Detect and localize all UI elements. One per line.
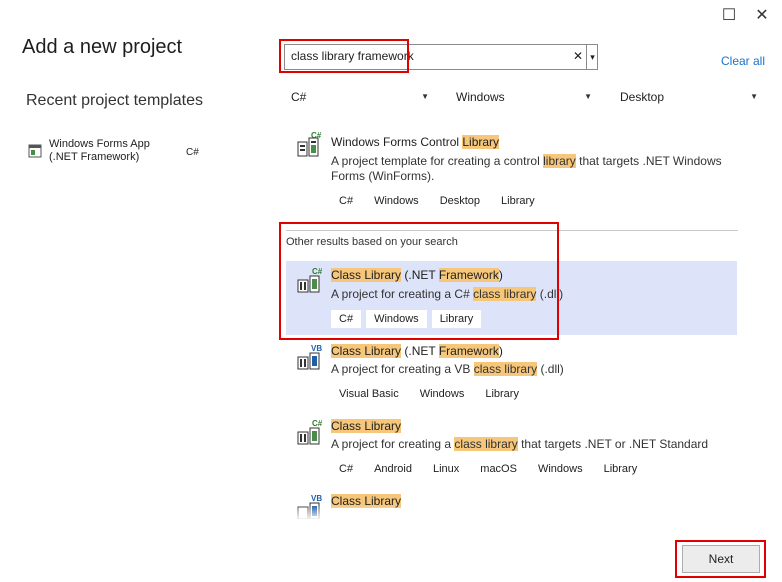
tag: Android <box>366 460 420 478</box>
tag: macOS <box>472 460 525 478</box>
tag: Library <box>493 192 543 210</box>
chevron-down-icon: ▼ <box>750 92 758 101</box>
close-icon: ✕ <box>755 7 769 24</box>
tag: Windows <box>411 385 473 403</box>
template-winforms-control-library[interactable]: C# Windows Forms Control Library A proje… <box>286 130 736 214</box>
template-title: Windows Forms Control Library <box>331 135 500 149</box>
platform-filter[interactable]: Windows ▼ <box>456 87 592 107</box>
close-window-button[interactable]: ✕ <box>752 6 772 26</box>
chevron-down-icon: ▼ <box>421 92 429 101</box>
next-button-highlight-outline <box>675 540 766 578</box>
template-description: A project for creating a VB class librar… <box>331 362 564 376</box>
maximize-button[interactable]: ☐ <box>719 6 739 26</box>
language-badge: VB <box>311 494 323 503</box>
project-type-filter-value: Desktop <box>620 90 665 104</box>
list-fade <box>286 505 737 521</box>
language-filter-value: C# <box>291 90 307 104</box>
template-class-library-netfx-vb[interactable]: VB Class Library (.NET Framework) A proj… <box>286 339 737 409</box>
clear-all-link[interactable]: Clear all <box>721 54 765 68</box>
template-tags: C# Windows Desktop Library <box>331 192 548 210</box>
page-title: Add a new project <box>22 36 183 58</box>
recent-template-name: Windows Forms App (.NET Framework) <box>49 138 150 163</box>
tag: Library <box>477 385 527 403</box>
windows-forms-icon <box>28 144 42 158</box>
chevron-down-icon: ▼ <box>584 92 592 101</box>
search-highlight-outline <box>279 39 409 73</box>
language-filter[interactable]: C# ▼ <box>291 87 429 107</box>
template-title: Class Library (.NET Framework) <box>331 344 503 358</box>
template-description: A project for creating a class library t… <box>331 437 709 451</box>
template-description: A project template for creating a contro… <box>331 154 722 183</box>
tag: Windows <box>366 192 427 210</box>
search-history-dropdown[interactable]: ▾ <box>586 45 598 69</box>
template-tags: Visual Basic Windows Library <box>331 385 532 403</box>
tag: Library <box>595 460 646 478</box>
language-badge: C# <box>312 419 323 428</box>
language-badge: VB <box>311 344 323 353</box>
tag: Desktop <box>431 192 489 210</box>
project-type-filter[interactable]: Desktop ▼ <box>620 87 758 107</box>
clear-search-icon[interactable]: ✕ <box>573 49 583 63</box>
maximize-icon: ☐ <box>721 7 737 24</box>
tag: Windows <box>529 460 591 478</box>
tag: Visual Basic <box>331 385 407 403</box>
recent-templates-heading: Recent project templates <box>26 92 203 109</box>
template-title: Class Library <box>331 419 402 433</box>
recent-template-lang: C# <box>186 147 199 158</box>
recent-template-item[interactable]: Windows Forms App (.NET Framework) C# <box>28 138 228 170</box>
language-badge: C# <box>311 131 322 140</box>
template-class-library[interactable]: C# Class Library A project for creating … <box>286 414 737 484</box>
selected-template-highlight-outline <box>279 222 559 340</box>
tag: C# <box>331 192 362 210</box>
tag: C# <box>331 460 362 478</box>
platform-filter-value: Windows <box>456 90 505 104</box>
template-tags: C# Android Linux macOS Windows Library <box>331 460 650 478</box>
tag: Linux <box>424 460 468 478</box>
